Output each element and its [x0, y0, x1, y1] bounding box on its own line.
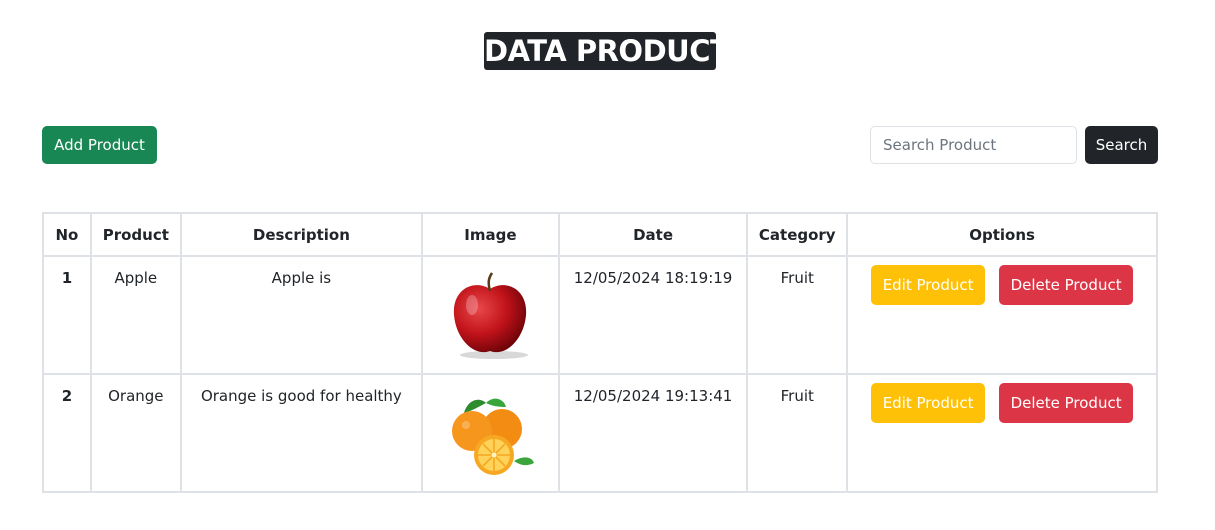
- page-title: DATA PRODUCT: [484, 32, 730, 70]
- row-number: 1: [42, 255, 92, 375]
- column-header-date: Date: [557, 212, 749, 257]
- delete-product-button[interactable]: Delete Product: [999, 383, 1134, 423]
- table-row: 1 Apple Apple is 12/05/2024 18:19:19 Fru…: [42, 255, 1158, 375]
- column-header-category: Category: [746, 212, 849, 257]
- table-header-row: No Product Description Image Date Catego…: [42, 212, 1158, 257]
- product-options: Edit Product Delete Product: [846, 255, 1158, 375]
- product-date: 12/05/2024 18:19:19: [557, 255, 749, 375]
- product-image-cell: [421, 255, 560, 375]
- product-image-cell: [421, 373, 560, 493]
- column-header-description: Description: [179, 212, 424, 257]
- product-description: Apple is: [179, 255, 424, 375]
- product-description: Orange is good for healthy: [179, 373, 424, 493]
- product-category: Fruit: [746, 373, 849, 493]
- product-date: 12/05/2024 19:13:41: [557, 373, 749, 493]
- table-row: 2 Orange Orange is good for healthy 12/0…: [42, 373, 1158, 493]
- apple-image: [454, 272, 529, 359]
- search-button[interactable]: Search: [1085, 126, 1158, 164]
- product-category: Fruit: [746, 255, 849, 375]
- column-header-product: Product: [89, 212, 182, 257]
- column-header-image: Image: [421, 212, 560, 257]
- product-table: No Product Description Image Date Catego…: [42, 212, 1158, 493]
- product-options: Edit Product Delete Product: [846, 373, 1158, 493]
- product-name: Orange: [89, 373, 182, 493]
- search-input[interactable]: [870, 126, 1077, 164]
- row-number: 2: [42, 373, 92, 493]
- column-header-options: Options: [846, 212, 1158, 257]
- edit-product-button[interactable]: Edit Product: [871, 383, 986, 423]
- edit-product-button[interactable]: Edit Product: [871, 265, 986, 305]
- column-header-no: No: [42, 212, 92, 257]
- delete-product-button[interactable]: Delete Product: [999, 265, 1134, 305]
- orange-image: [452, 398, 535, 475]
- product-name: Apple: [89, 255, 182, 375]
- add-product-button[interactable]: Add Product: [42, 126, 157, 164]
